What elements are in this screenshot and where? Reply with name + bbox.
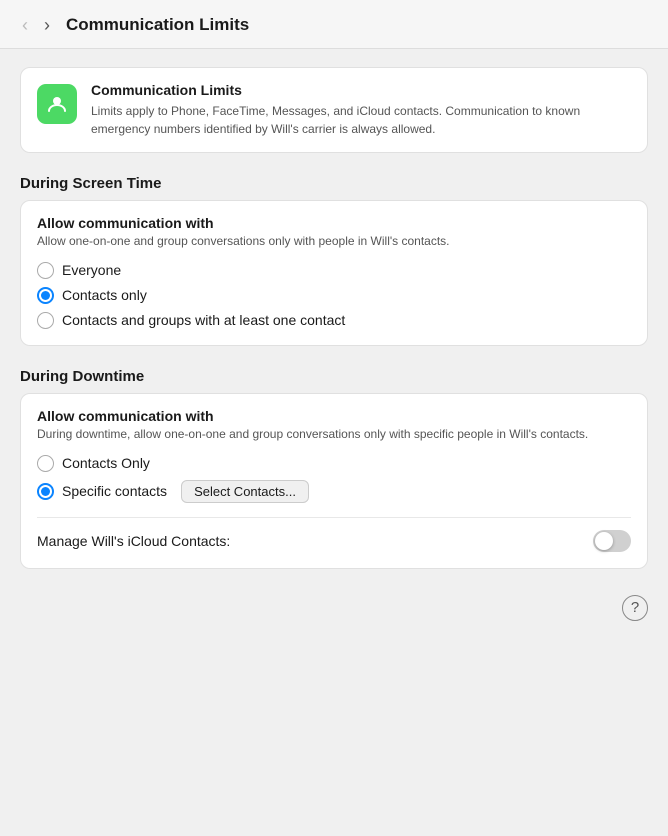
radio-everyone-label: Everyone [62, 262, 121, 278]
screen-time-heading: During Screen Time [20, 175, 648, 192]
info-card-description: Limits apply to Phone, FaceTime, Message… [91, 102, 631, 138]
toggle-knob [595, 532, 613, 550]
radio-contacts-groups[interactable]: Contacts and groups with at least one co… [37, 312, 631, 329]
radio-contacts-only[interactable]: Contacts only [37, 287, 631, 304]
radio-everyone-circle [37, 262, 54, 279]
radio-specific-contacts-label: Specific contacts [62, 483, 167, 499]
page-title: Communication Limits [66, 15, 249, 35]
screen-time-card-title: Allow communication with [37, 215, 631, 231]
forward-button[interactable]: › [38, 14, 56, 36]
info-card: Communication Limits Limits apply to Pho… [20, 67, 648, 153]
downtime-card-title: Allow communication with [37, 408, 631, 424]
screen-time-card-subtitle: Allow one-on-one and group conversations… [37, 233, 631, 250]
radio-contacts-only-label: Contacts only [62, 287, 147, 303]
radio-contacts-groups-label: Contacts and groups with at least one co… [62, 312, 345, 328]
help-button[interactable]: ? [622, 595, 648, 621]
back-button[interactable]: ‹ [16, 14, 34, 36]
screen-time-radio-group: Everyone Contacts only Contacts and grou… [37, 262, 631, 329]
radio-specific-contacts-circle [37, 483, 54, 500]
screen-time-card: Allow communication with Allow one-on-on… [20, 200, 648, 346]
radio-specific-contacts-row: Specific contacts Select Contacts... [37, 480, 631, 503]
radio-contacts-only-circle [37, 287, 54, 304]
downtime-heading: During Downtime [20, 368, 648, 385]
info-card-text: Communication Limits Limits apply to Pho… [91, 82, 631, 138]
select-contacts-button[interactable]: Select Contacts... [181, 480, 309, 503]
info-card-title: Communication Limits [91, 82, 631, 98]
help-btn-wrapper: ? [20, 591, 648, 621]
radio-contacts-only-dt-circle [37, 455, 54, 472]
downtime-card-subtitle: During downtime, allow one-on-one and gr… [37, 426, 631, 443]
radio-contacts-only-dt-label: Contacts Only [62, 455, 150, 471]
radio-contacts-groups-circle [37, 312, 54, 329]
manage-row: Manage Will's iCloud Contacts: [37, 517, 631, 552]
radio-specific-contacts[interactable]: Specific contacts [37, 483, 167, 500]
radio-contacts-only-dt[interactable]: Contacts Only [37, 455, 631, 472]
icloud-contacts-toggle[interactable] [593, 530, 631, 552]
downtime-radio-group: Contacts Only Specific contacts Select C… [37, 455, 631, 503]
manage-label: Manage Will's iCloud Contacts: [37, 533, 230, 549]
title-bar: ‹ › Communication Limits [0, 0, 668, 49]
app-icon [37, 84, 77, 124]
content-area: Communication Limits Limits apply to Pho… [0, 49, 668, 641]
radio-everyone[interactable]: Everyone [37, 262, 631, 279]
downtime-card: Allow communication with During downtime… [20, 393, 648, 569]
